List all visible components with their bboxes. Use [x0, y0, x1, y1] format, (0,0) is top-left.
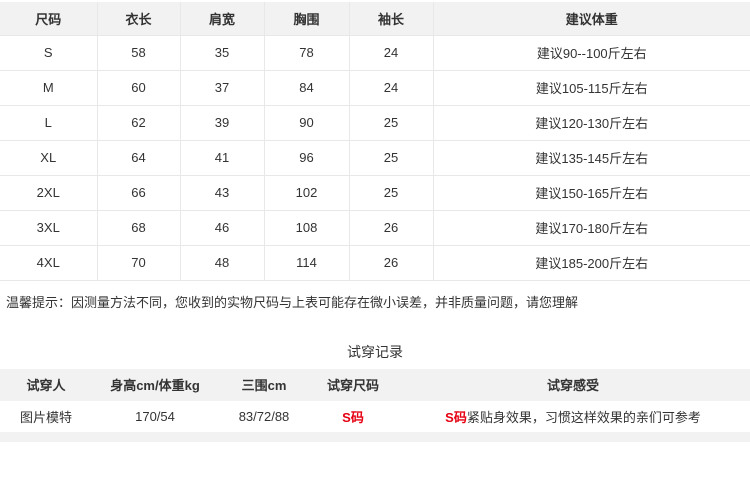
size-row: 2XL 66 43 102 25 建议150-165斤左右 — [0, 174, 750, 211]
fit-size-cell: S码 — [310, 400, 396, 432]
size-row: M 60 37 84 24 建议105-115斤左右 — [0, 69, 750, 106]
size-col-header: 袖长 — [348, 2, 434, 36]
size-cell: 90 — [263, 104, 350, 141]
size-cell: 建议135-145斤左右 — [432, 139, 750, 176]
size-header-row: 尺码 衣长 肩宽 胸围 袖长 建议体重 — [0, 2, 750, 36]
size-cell: 24 — [348, 69, 434, 106]
size-cell: XL — [0, 139, 98, 176]
fit-person-cell: 图片模特 — [0, 400, 92, 432]
size-row: L 62 39 90 25 建议120-130斤左右 — [0, 104, 750, 141]
fit-col-header: 三围cm — [218, 368, 310, 401]
size-cell: 66 — [96, 174, 181, 211]
fit-col-header: 试穿尺码 — [310, 368, 396, 401]
fit-col-header: 试穿感受 — [396, 368, 750, 401]
size-cell: 39 — [179, 104, 265, 141]
size-col-header: 胸围 — [263, 2, 350, 36]
size-cell: 114 — [263, 244, 350, 281]
size-cell: 建议185-200斤左右 — [432, 244, 750, 281]
fit-col-header: 试穿人 — [0, 368, 92, 401]
size-row: XL 64 41 96 25 建议135-145斤左右 — [0, 139, 750, 176]
size-cell: 64 — [96, 139, 181, 176]
size-cell: 41 — [179, 139, 265, 176]
fit-row: 图片模特 170/54 83/72/88 S码 S码紧贴身效果，习惯这样效果的亲… — [0, 400, 750, 432]
size-col-header: 衣长 — [96, 2, 181, 36]
size-cell: 43 — [179, 174, 265, 211]
footer-strip — [0, 431, 750, 442]
size-col-header: 建议体重 — [432, 2, 750, 36]
size-cell: 58 — [96, 34, 181, 71]
size-cell: 26 — [348, 209, 434, 246]
size-cell: 102 — [263, 174, 350, 211]
size-cell: 建议170-180斤左右 — [432, 209, 750, 246]
size-col-header: 肩宽 — [179, 2, 265, 36]
size-cell: M — [0, 69, 98, 106]
size-cell: 25 — [348, 104, 434, 141]
size-cell: 建议105-115斤左右 — [432, 69, 750, 106]
fit-record-table: 试穿人 身高cm/体重kg 三围cm 试穿尺码 试穿感受 图片模特 170/54… — [0, 368, 750, 432]
size-cell: 24 — [348, 34, 434, 71]
size-cell: 78 — [263, 34, 350, 71]
size-cell: 37 — [179, 69, 265, 106]
size-cell: 25 — [348, 139, 434, 176]
fit-header-row: 试穿人 身高cm/体重kg 三围cm 试穿尺码 试穿感受 — [0, 368, 750, 401]
size-cell: 26 — [348, 244, 434, 281]
size-cell: 68 — [96, 209, 181, 246]
size-cell: 48 — [179, 244, 265, 281]
size-cell: L — [0, 104, 98, 141]
size-row: 4XL 70 48 114 26 建议185-200斤左右 — [0, 244, 750, 281]
size-row: S 58 35 78 24 建议90--100斤左右 — [0, 34, 750, 71]
size-cell: 70 — [96, 244, 181, 281]
size-cell: 3XL — [0, 209, 98, 246]
fit-record-title: 试穿记录 — [347, 343, 403, 360]
size-chart-table: 尺码 衣长 肩宽 胸围 袖长 建议体重 S 58 35 78 24 建议90--… — [0, 2, 750, 281]
fit-height-weight-cell: 170/54 — [92, 400, 218, 432]
size-cell: 建议120-130斤左右 — [432, 104, 750, 141]
size-col-header: 尺码 — [0, 2, 98, 36]
fit-feel-highlight: S码 — [445, 409, 467, 425]
size-cell: 96 — [263, 139, 350, 176]
size-cell: 62 — [96, 104, 181, 141]
fit-size-value: S码 — [342, 409, 364, 425]
fit-col-header: 身高cm/体重kg — [92, 368, 218, 401]
size-cell: 25 — [348, 174, 434, 211]
size-row: 3XL 68 46 108 26 建议170-180斤左右 — [0, 209, 750, 246]
size-cell: 35 — [179, 34, 265, 71]
size-cell: 108 — [263, 209, 350, 246]
size-cell: 60 — [96, 69, 181, 106]
fit-measurements-cell: 83/72/88 — [218, 400, 310, 432]
size-cell: 84 — [263, 69, 350, 106]
warm-tip-note: 温馨提示：因测量方法不同，您收到的实物尺码与上表可能存在微小误差，并非质量问题，… — [6, 294, 579, 310]
size-cell: 4XL — [0, 244, 98, 281]
size-cell: 2XL — [0, 174, 98, 211]
fit-feel-text: 紧贴身效果，习惯这样效果的亲们可参考 — [466, 409, 701, 425]
size-cell: 46 — [179, 209, 265, 246]
size-cell: 建议150-165斤左右 — [432, 174, 750, 211]
fit-feel-cell: S码紧贴身效果，习惯这样效果的亲们可参考 — [396, 400, 750, 432]
size-cell: 建议90--100斤左右 — [432, 34, 750, 71]
size-cell: S — [0, 34, 98, 71]
